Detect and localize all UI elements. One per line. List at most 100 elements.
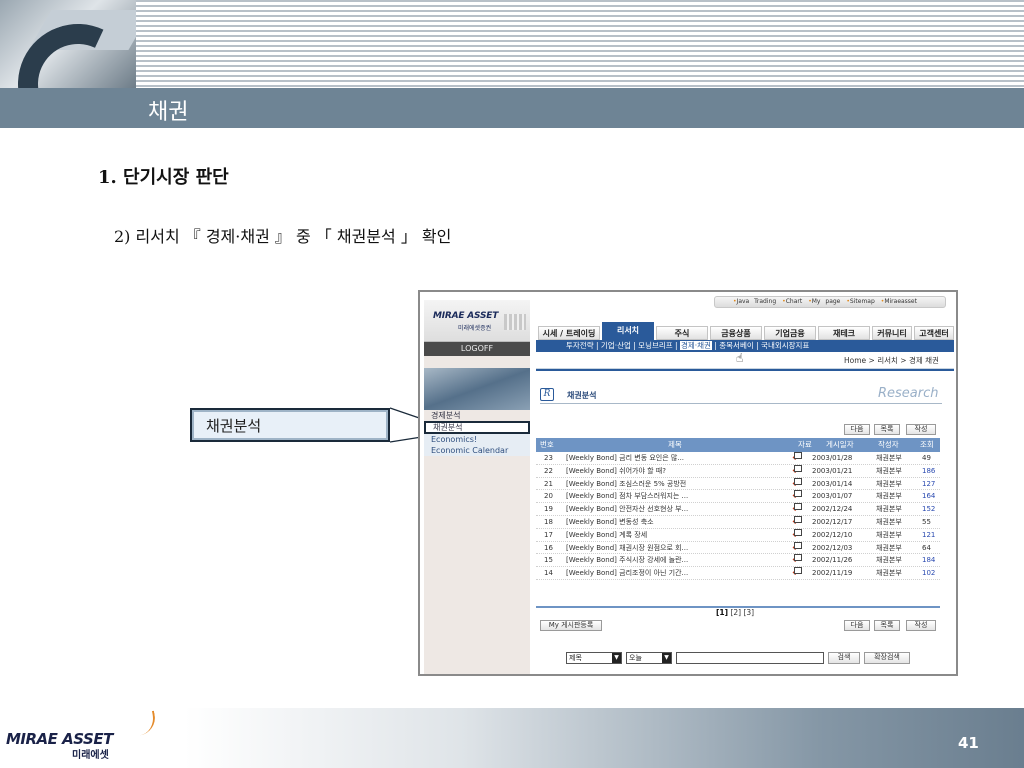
divider [536,368,954,372]
menu-quote-trading[interactable]: 시세 / 트레이딩 [538,326,600,340]
menu-wealth[interactable]: 재테크 [818,326,870,340]
slide-title: 채권 [148,100,189,125]
row-date: 2002/12/17 [812,517,853,526]
row-title-link[interactable]: [Weekly Bond] 계록 장세 [566,529,647,542]
row-views: 186 [922,466,936,475]
util-link-miraeasset[interactable]: Miraeasset [881,298,917,305]
col-date[interactable]: 게시일자 [826,438,854,452]
row-date: 2003/01/14 [812,479,853,488]
util-link-sitemap[interactable]: Sitemap [846,298,874,305]
row-number: 16 [544,543,553,552]
row-title-link[interactable]: [Weekly Bond] 쉬어가야 할 때? [566,465,666,478]
sub-menu: 투자전략 | 기업·산업 | 모닝브리프 | 경제·채권 | 종목서베이 | 국… [536,340,954,352]
table-row[interactable]: 14[Weekly Bond] 금리조정이 아닌 기간...❖2002/11/1… [536,567,940,580]
website-screenshot: MIRAE ASSET 미래에셋증권 LOGOFF 경제분석 채권분석 Econ… [418,290,958,676]
logoff-button[interactable]: LOGOFF [424,342,530,356]
search-period-value: 오늘 [629,654,642,662]
left-panel [424,300,530,674]
col-author[interactable]: 작성자 [878,438,899,452]
row-title-link[interactable]: [Weekly Bond] 안전자산 선호현상 부... [566,503,688,516]
search-period-select[interactable]: 오늘 ▼ [626,652,672,664]
row-title-link[interactable]: [Weekly Bond] 금리조정이 아닌 기간... [566,567,688,580]
table-row[interactable]: 17[Weekly Bond] 계록 장세❖2002/12/10채권본부121 [536,528,940,542]
menu-financial-products[interactable]: 금융상품 [710,326,762,340]
table-row[interactable]: 20[Weekly Bond] 점차 부담스러워지는 ...❖2003/01/0… [536,490,940,504]
row-views: 55 [922,517,931,526]
row-title-link[interactable]: [Weekly Bond] 금리 변동 요인은 많... [566,452,684,465]
extended-search-button[interactable]: 확장검색 [864,652,910,664]
col-attachment[interactable]: 자료 [798,438,812,452]
side-item-economics[interactable]: Economics! [424,434,530,445]
my-board-register-button[interactable]: My 게시판등록 [540,620,602,631]
dropdown-arrow-icon: ▼ [662,653,671,663]
sub-menu-links[interactable]: 투자전략 | 기업·산업 | 모닝브리프 | [566,341,680,350]
next-button[interactable]: 다음 [844,424,870,435]
search-field-select[interactable]: 제목 ▼ [566,652,622,664]
write-button[interactable]: 작성 [906,424,936,435]
util-link-chart[interactable]: Chart [782,298,802,305]
row-title-link[interactable]: [Weekly Bond] 주식시장 강세에 놀란... [566,554,688,567]
util-link-java-trading[interactable]: Java Trading [733,298,776,305]
menu-stock[interactable]: 주식 [656,326,708,340]
row-number: 20 [544,492,553,501]
breadcrumb: Home > 리서치 > 경제 채권 [844,356,939,365]
row-date: 2002/12/10 [812,530,853,539]
site-logo[interactable]: MIRAE ASSET 미래에셋증권 [424,300,530,342]
row-views: 64 [922,543,931,552]
row-author: 채권본부 [876,543,902,552]
section-heading: 1. 단기시장 판단 [98,167,229,188]
write-button-bottom[interactable]: 작성 [906,620,936,631]
menu-corporate-finance[interactable]: 기업금융 [764,326,816,340]
hand-cursor-icon: ☝ [736,351,744,365]
search-input[interactable] [676,652,824,664]
search-button[interactable]: 검색 [828,652,860,664]
table-row[interactable]: 19[Weekly Bond] 안전자산 선호현상 부...❖2002/12/2… [536,503,940,516]
utility-links: Java Trading Chart My page Sitemap Miraeasse… [714,296,946,308]
site-logo-text: MIRAE ASSET [433,311,499,321]
table-row[interactable]: 15[Weekly Bond] 주식시장 강세에 놀란...❖2002/11/2… [536,554,940,568]
sub-menu-economy-bond[interactable]: 경제·채권 [679,341,712,350]
sub-heading: 2) 리서치 『 경제·채권 』 중 「 채권분석 」 확인 [114,227,452,246]
title-divider [540,403,942,404]
row-number: 23 [544,454,553,462]
table-row[interactable]: 23[Weekly Bond] 금리 변동 요인은 많...❖2003/01/2… [536,452,940,465]
next-button-bottom[interactable]: 다음 [844,620,870,631]
research-r-icon: R [540,388,554,401]
footer-logo-sub: 미래에셋 [72,750,109,761]
side-item-bond-analysis[interactable]: 채권분석 [424,421,530,434]
sub-menu-links-rest[interactable]: | 종목서베이 | 국내외시장지표 [712,341,809,350]
side-item-economic-analysis[interactable]: 경제분석 [424,410,530,421]
row-title-link[interactable]: [Weekly Bond] 점차 부담스러워지는 ... [566,490,688,503]
row-title-link[interactable]: [Weekly Bond] 채권시장 원점으로 회... [566,542,688,555]
site-logo-subtext: 미래에셋증권 [458,325,492,332]
list-button-bottom[interactable]: 목록 [874,620,900,631]
table-row[interactable]: 21[Weekly Bond] 조심스러운 5% 공방전❖2003/01/14채… [536,477,940,491]
header-image [0,0,136,88]
table-row[interactable]: 16[Weekly Bond] 채권시장 원점으로 회...❖2002/12/0… [536,541,940,555]
row-author: 채권본부 [876,517,902,526]
row-title-link[interactable]: [Weekly Bond] 변동성 축소 [566,516,654,529]
row-views: 164 [922,492,936,501]
row-number: 15 [544,556,553,565]
col-views[interactable]: 조회 [920,438,934,452]
menu-research[interactable]: 리서치 [602,322,654,340]
page-links[interactable]: [2] [3] [728,608,754,617]
row-author: 채권본부 [876,556,902,565]
menu-community[interactable]: 커뮤니티 [872,326,912,340]
list-button[interactable]: 목록 [874,424,900,435]
side-item-economic-calendar[interactable]: Economic Calendar [424,445,530,456]
row-date: 2003/01/28 [812,454,853,462]
util-link-my-page[interactable]: My page [808,298,840,305]
col-number[interactable]: 번호 [540,438,554,452]
page-number: 41 [958,734,979,752]
row-author: 채권본부 [876,454,902,462]
page-current[interactable]: [1] [716,608,728,617]
col-title[interactable]: 제목 [668,438,682,452]
table-row[interactable]: 22[Weekly Bond] 쉬어가야 할 때?❖2003/01/21채권본부… [536,464,940,478]
row-date: 2002/12/03 [812,543,853,552]
callout-label: 채권분석 [190,408,390,442]
table-row[interactable]: 18[Weekly Bond] 변동성 축소❖2002/12/17채권본부55 [536,515,940,529]
row-number: 17 [544,530,553,539]
menu-customer-center[interactable]: 고객센터 [914,326,954,340]
row-title-link[interactable]: [Weekly Bond] 조심스러운 5% 공방전 [566,478,686,491]
